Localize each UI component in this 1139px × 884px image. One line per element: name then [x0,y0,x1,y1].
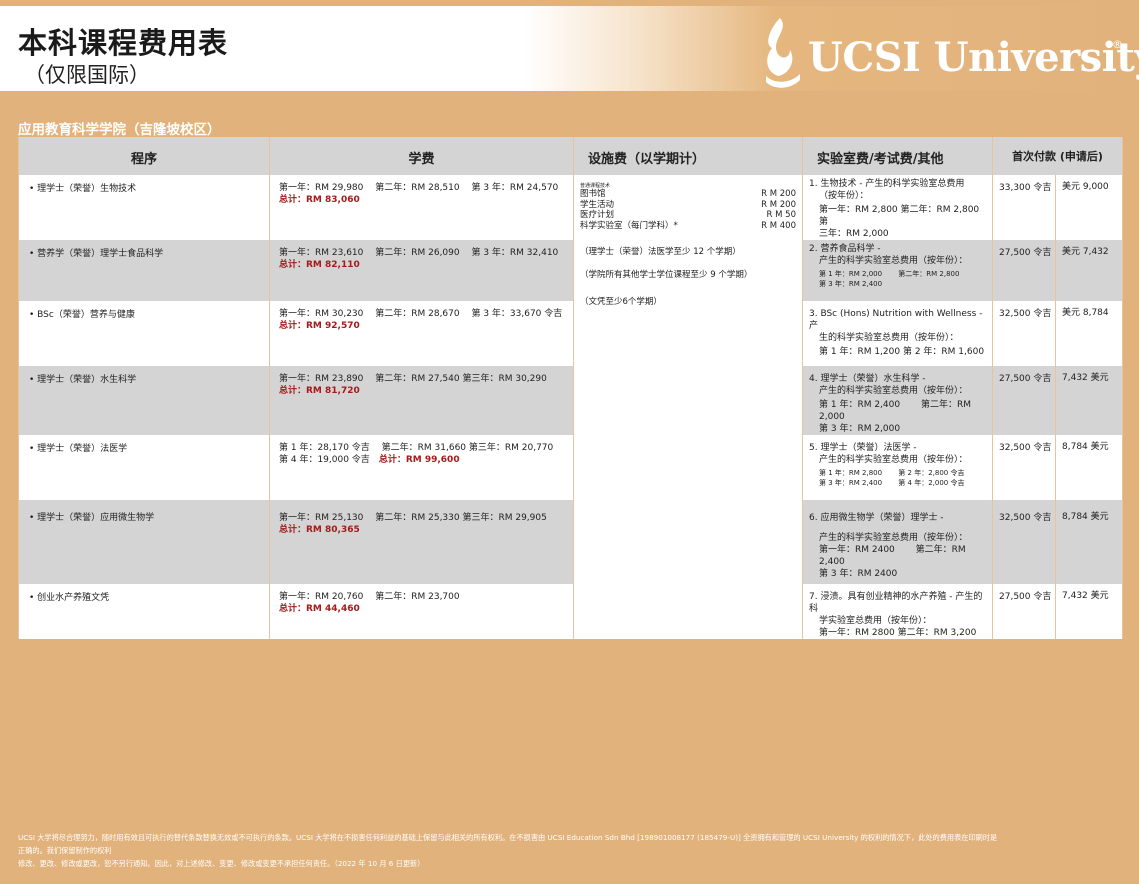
table-header-row: 程序 学费 设施费（以学期计） 实验室费/考试费/其他 首次付款 (申请后) [18,137,1124,175]
tuition-years: 第一年：RM 23,890 第二年：RM 27,540 第三年：RM 30,29… [279,374,547,384]
tuition-years: 第 1 年：28,170 令吉 第二年：RM 31,660 第三年：RM 20,… [279,443,554,453]
lab-fee-cell: 5. 理学士（荣誉）法医学 - 产生的科学实验室总费用（按年份）： 第 1 年：… [802,435,993,500]
facility-note: （文凭至少6个学期） [580,297,662,307]
tuition-cell: 第一年：RM 29,980 第二年：RM 28,510 第 3 年：RM 24,… [269,175,574,240]
first-payment-usd: 美元 7,432 [1054,240,1124,301]
lab-fee-cell: 6. 应用微生物学（荣誉）理学士 - 产生的科学实验室总费用（按年份）： 第一年… [802,500,993,584]
tuition-years: 第一年：RM 25,130 第二年：RM 25,330 第三年：RM 29,90… [279,513,547,523]
ucsi-logo: UCSI University ® [760,14,1139,94]
tuition-years: 第一年：RM 30,230 第二年：RM 28,670 第 3 年：33,670… [279,309,563,319]
footer-line: 修改、更改、修改或更改，恕不另行通知。因此，对上述修改、变更、修改或变更不承担任… [18,859,425,868]
page-header: 本科课程费用表 （仅限国际） UCSI University ® [0,6,1139,91]
tuition-total: 总计：RM 83,060 [279,195,360,205]
table-row: • 理学士（荣誉）水生科学 第一年：RM 23,890 第二年：RM 27,54… [18,366,1124,435]
lab-fee-cell: 2. 营养食品科学 - 产生的科学实验室总费用（按年份）： 第 1 年：RM 2… [802,240,993,301]
first-payment-rm: 27,500 令吉 [992,240,1056,301]
lab-fee-cell: 3. BSc (Hons) Nutrition with Wellness - … [802,301,993,366]
table-row: • 理学士（荣誉）生物技术 第一年：RM 29,980 第二年：RM 28,51… [18,175,1124,639]
tuition-years: 第一年：RM 20,760 第二年：RM 23,700 [279,592,460,602]
programme-name: • 营养学（荣誉）理学士食品科学 [18,240,270,301]
first-payment-rm: 32,500 令吉 [992,301,1056,366]
col-first-payment: 首次付款 (申请后) [991,137,1124,175]
table-row: • 创业水产养殖文凭 第一年：RM 20,760 第二年：RM 23,700 总… [18,584,1124,639]
tuition-total: 总计：RM 80,365 [279,525,360,535]
school-name: 应用教育科学学院（吉隆坡校区） [18,122,221,138]
first-payment-usd: 7,432 美元 [1054,366,1124,435]
registered-mark: ® [1112,38,1123,51]
col-lab-fees: 实验室费/考试费/其他 [802,137,993,175]
first-payment-rm: 33,300 令吉 [992,175,1056,240]
programme-name: • 理学士（荣誉）水生科学 [18,366,270,435]
col-tuition: 学费 [269,137,574,175]
table-row: • BSc（荣誉）营养与健康 第一年：RM 30,230 第二年：RM 28,6… [18,301,1124,366]
programme-name: • 理学士（荣誉）法医学 [18,435,270,500]
col-programme: 程序 [18,137,270,175]
tuition-years: 第一年：RM 23,610 第二年：RM 26,090 第 3 年：RM 32,… [279,248,559,258]
first-payment-usd: 8,784 美元 [1054,435,1124,500]
first-payment-rm: 27,500 令吉 [992,584,1056,639]
footer-disclaimer: UCSI 大学将尽合理努力，随时用有效且可执行的替代条款替换无效或不可执行的条款… [18,831,1128,870]
tuition-total: 总计：RM 99,600 [378,455,460,465]
table-row: • 理学士（荣誉）应用微生物学 第一年：RM 25,130 第二年：RM 25,… [18,500,1124,584]
first-payment-rm: 32,500 令吉 [992,435,1056,500]
tuition-total: 总计：RM 81,720 [279,386,360,396]
facility-note: （理学士（荣誉）法医学至少 12 个学期） [580,247,741,257]
first-payment-usd: 7,432 美元 [1054,584,1124,639]
table-row: • 营养学（荣誉）理学士食品科学 第一年：RM 23,610 第二年：RM 26… [18,240,1124,301]
programme-name: • 创业水产养殖文凭 [18,584,270,639]
logo-wordmark: UCSI University [808,34,1139,81]
lab-fee-cell: 7. 浸渍。具有创业精神的水产养殖 - 产生的科 学实验室总费用（按年份）： 第… [802,584,993,639]
flame-logo-icon [766,18,800,88]
fee-table: 程序 学费 设施费（以学期计） 实验室费/考试费/其他 首次付款 (申请后) •… [18,137,1124,639]
tuition-cell: 第 1 年：28,170 令吉 第二年：RM 31,660 第三年：RM 20,… [269,435,574,500]
footer-line: UCSI 大学将尽合理努力，随时用有效且可执行的替代条款替换无效或不可执行的条款… [18,833,998,842]
first-payment-usd: 美元 8,784 [1054,301,1124,366]
first-payment-usd: 美元 9,000 [1054,175,1124,240]
programme-name: • BSc（荣誉）营养与健康 [18,301,270,366]
programme-name: • 理学士（荣誉）应用微生物学 [18,500,270,584]
page-subtitle: （仅限国际） [24,63,150,87]
tuition-cell: 第一年：RM 25,130 第二年：RM 25,330 第三年：RM 29,90… [269,500,574,584]
lab-fee-cell: 1. 生物技术 - 产生的科学实验室总费用 （按年份）： 第一年：RM 2,80… [802,175,993,240]
tuition-cell: 第一年：RM 30,230 第二年：RM 28,670 第 3 年：33,670… [269,301,574,366]
tuition-cell: 第一年：RM 23,610 第二年：RM 26,090 第 3 年：RM 32,… [269,240,574,301]
tuition-year4: 第 4 年：19,000 令吉 总计：RM 99,600 [279,455,460,465]
facility-item: 学生活动 R M 200 [580,199,796,210]
facility-note: （学院所有其他学士学位课程至少 9 个学期） [580,270,753,280]
first-payment-rm: 32,500 令吉 [992,500,1056,584]
facilities-cell: 普通课程技术 图书馆 R M 200 学生活动 R M 200 医疗计划 R M 50… [573,175,803,639]
facility-item: 科学实验室（每门学科）* R M 400 [580,220,796,231]
table-row: • 理学士（荣誉）法医学 第 1 年：28,170 令吉 第二年：RM 31,6… [18,435,1124,500]
tuition-years: 第一年：RM 29,980 第二年：RM 28,510 第 3 年：RM 24,… [279,183,559,193]
tuition-cell: 第一年：RM 23,890 第二年：RM 27,540 第三年：RM 30,29… [269,366,574,435]
facility-item: 图书馆 R M 200 [580,189,796,199]
first-payment-usd: 8,784 美元 [1054,500,1124,584]
first-payment-rm: 27,500 令吉 [992,366,1056,435]
page-title: 本科课程费用表 [18,26,229,60]
lab-fee-cell: 4. 理学士（荣誉）水生科学 - 产生的科学实验室总费用（按年份）： 第 1 年… [802,366,993,435]
tuition-cell: 第一年：RM 20,760 第二年：RM 23,700 总计：RM 44,460 [269,584,574,639]
tuition-total: 总计：RM 82,110 [279,260,360,270]
programme-name: • 理学士（荣誉）生物技术 [18,175,270,240]
footer-line: 正确的。我们保留制作的权利 [18,846,112,855]
tuition-total: 总计：RM 44,460 [279,604,360,614]
facility-item: 医疗计划 R M 50 [580,210,796,220]
tuition-total: 总计：RM 92,570 [279,321,360,331]
col-facilities: 设施费（以学期计） [573,137,803,175]
